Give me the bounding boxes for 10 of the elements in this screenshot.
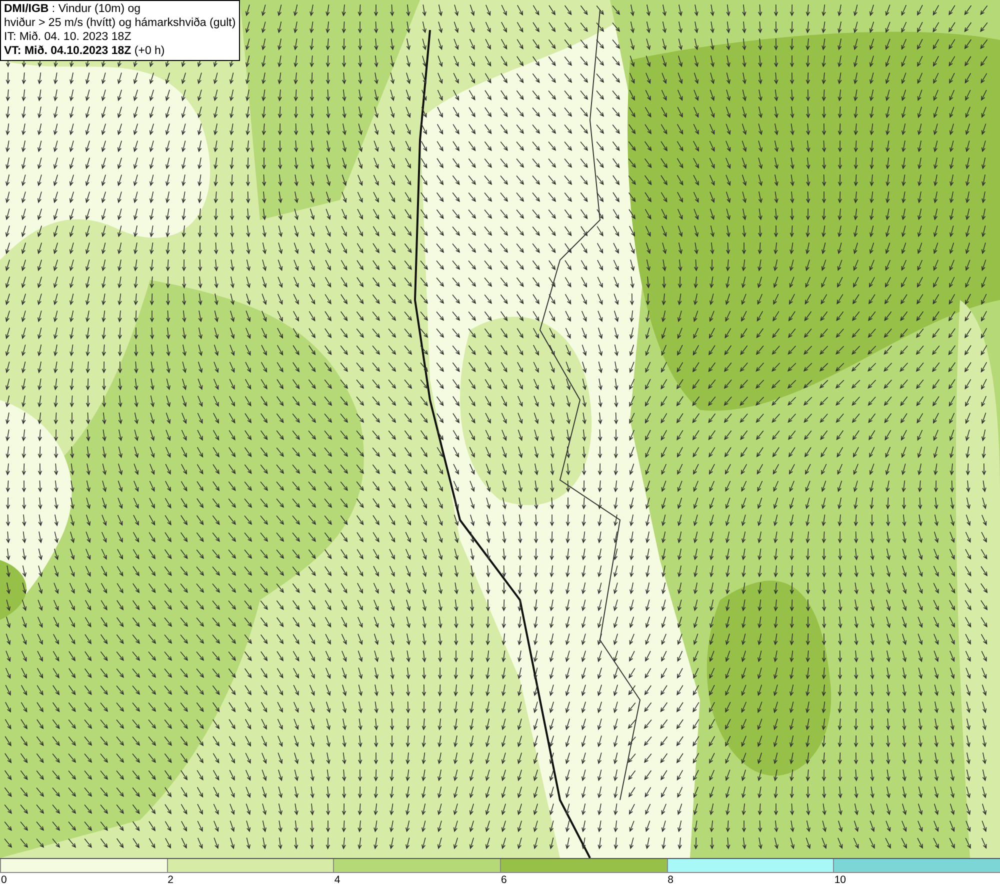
scale-label: 10: [833, 873, 846, 887]
legend-line: DMI/IGB : Vindur (10m) og: [4, 2, 142, 16]
legend-line: hviður > 25 m/s (hvítt) og hámarkshviða (gult): [4, 16, 236, 30]
scale-label: 8: [666, 873, 674, 887]
legend-line: IT: Mið. 04. 10. 2023 18Z: [4, 30, 132, 44]
legend-line: VT: Mið. 04.10.2023 18Z (+0 h): [4, 44, 166, 58]
scale-label: 2: [166, 873, 174, 887]
scale-label: 4: [333, 873, 340, 887]
scale-label: 6: [500, 873, 507, 887]
scale-label: 0: [0, 873, 7, 887]
